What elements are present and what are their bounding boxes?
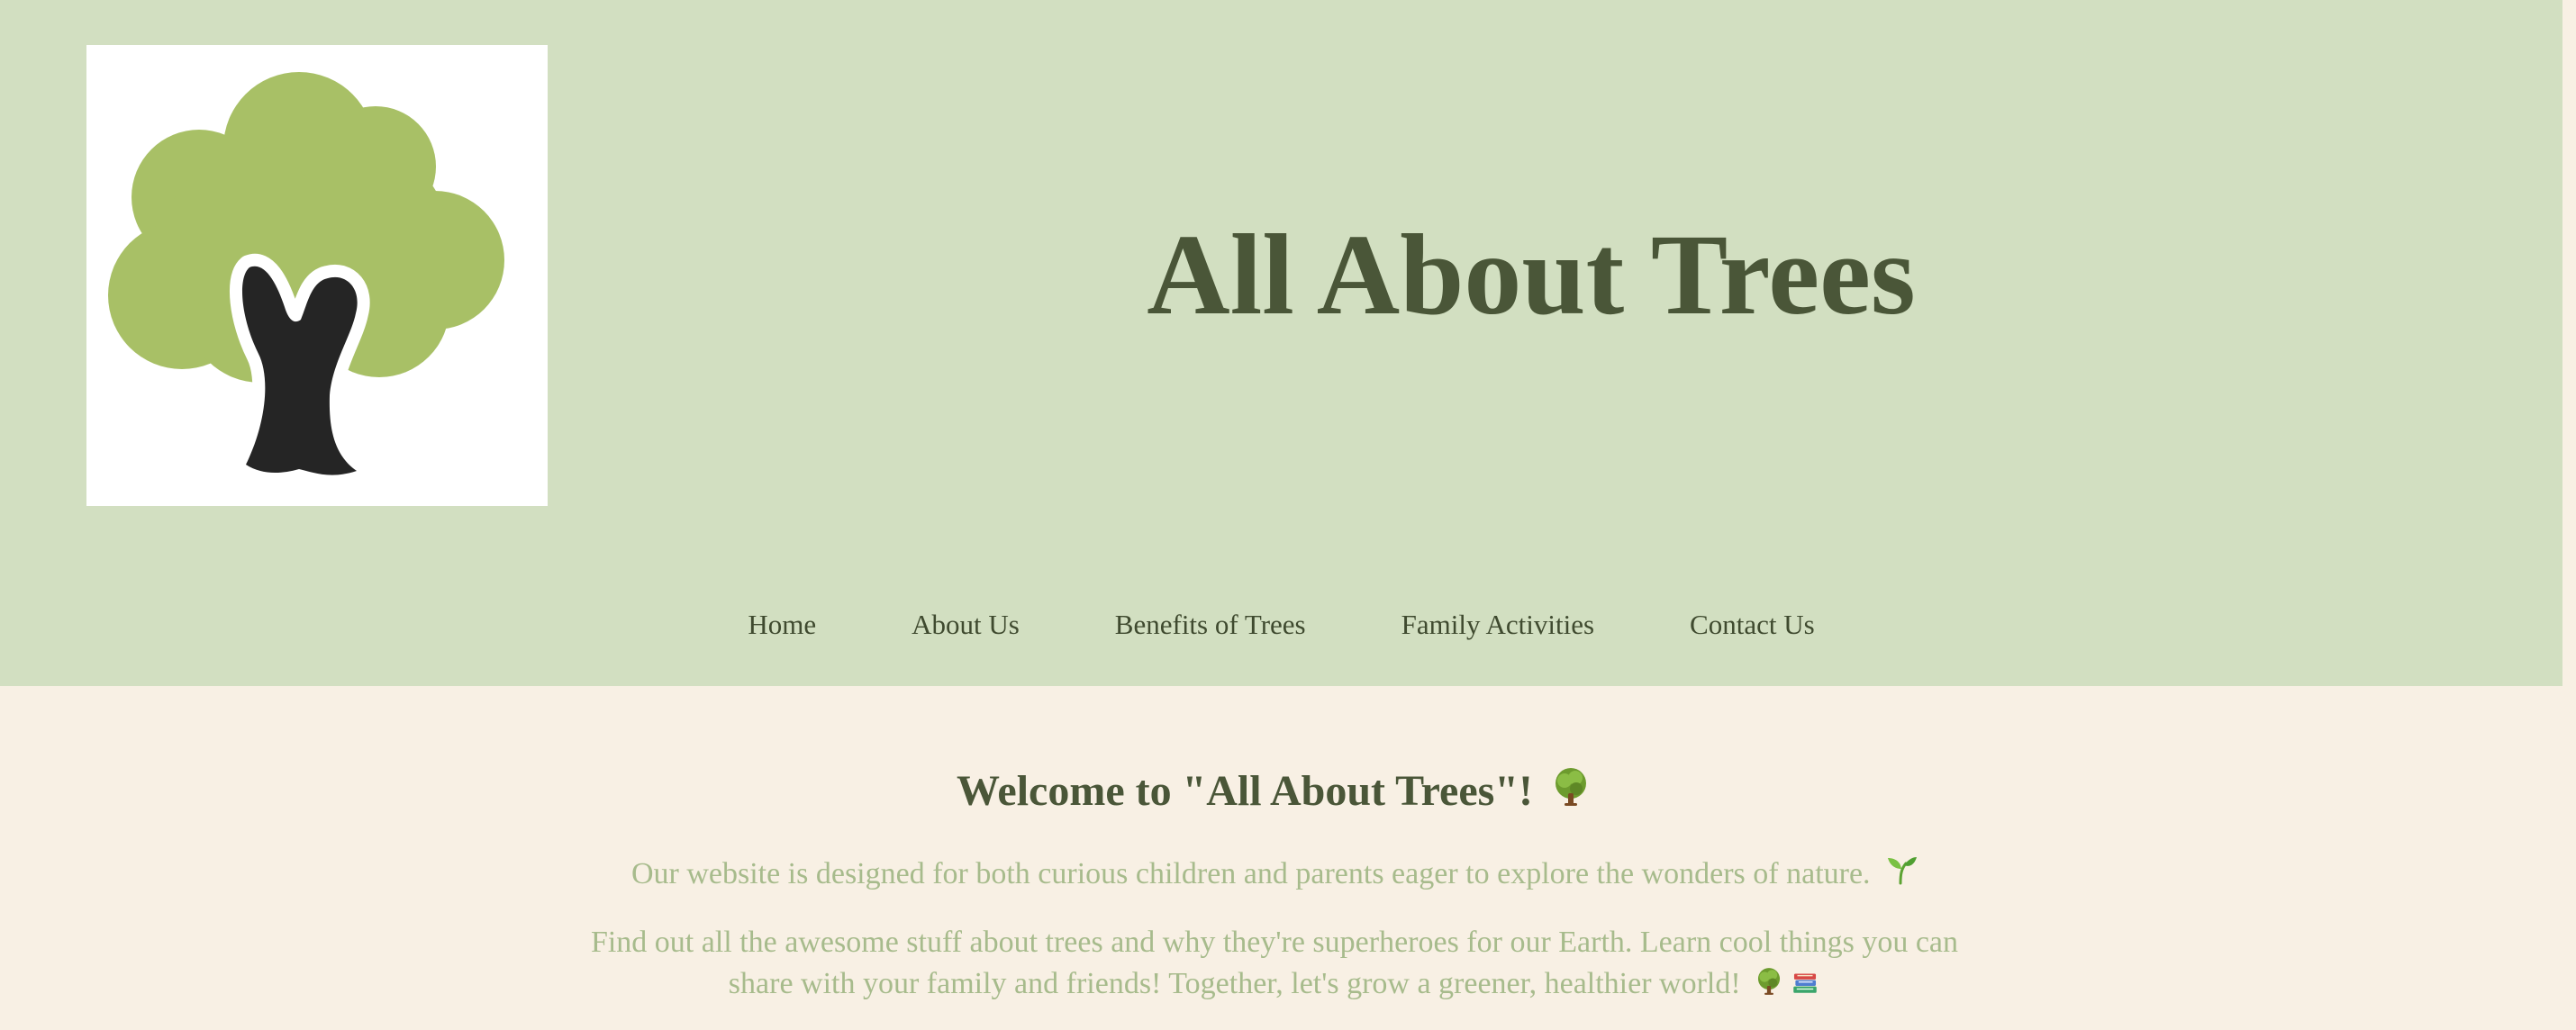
nav-contact-us-link[interactable]: Contact Us <box>1690 600 1815 650</box>
site-title: All About Trees <box>1147 211 1916 339</box>
welcome-heading: Welcome to "All About Trees"! <box>0 760 2549 823</box>
site-header: All About Trees Home About Us Benefits o… <box>0 0 2562 686</box>
nav-about-us-link[interactable]: About Us <box>912 600 1020 650</box>
tree-logo <box>86 45 548 506</box>
details-paragraph: Find out all the awesome stuff about tre… <box>567 922 1982 1005</box>
intro-paragraph: Our website is designed for both curious… <box>0 852 2549 897</box>
nav-family-activities-link[interactable]: Family Activities <box>1401 600 1594 650</box>
welcome-heading-text: Welcome to "All About Trees"! <box>957 767 1533 815</box>
seedling-emoji-icon <box>1883 853 1918 887</box>
page: All About Trees Home About Us Benefits o… <box>0 0 2576 1030</box>
nav-home-link[interactable]: Home <box>748 600 816 650</box>
books-emoji-icon <box>1790 966 1820 997</box>
nav-benefits-of-trees-link[interactable]: Benefits of Trees <box>1115 600 1306 650</box>
main-content: Welcome to "All About Trees"! Our websit… <box>0 686 2576 1030</box>
tree-logo-icon <box>86 45 548 506</box>
tree-emoji-icon <box>1754 966 1784 997</box>
tree-emoji-icon <box>1549 765 1592 809</box>
intro-text: Our website is designed for both curious… <box>630 857 1871 890</box>
main-navigation: Home About Us Benefits of Trees Family A… <box>0 600 2562 650</box>
